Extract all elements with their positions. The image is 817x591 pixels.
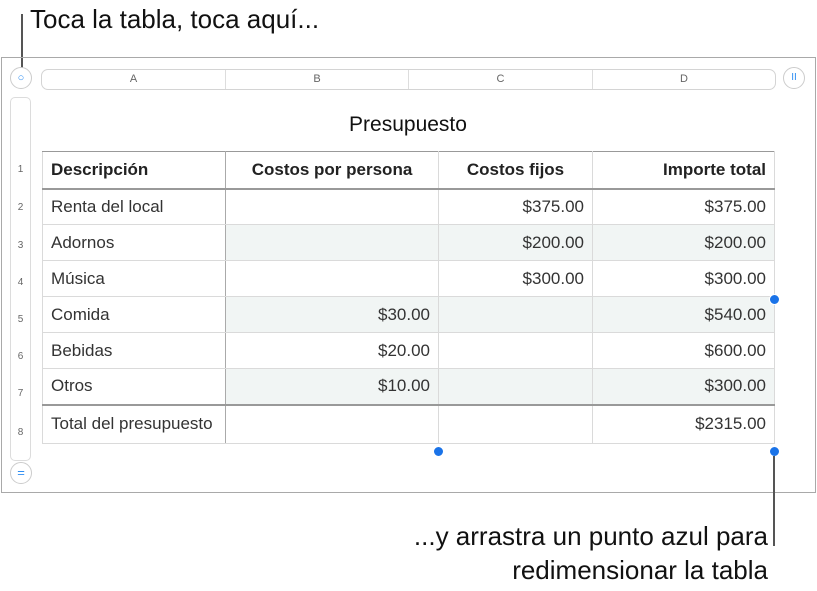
table-cell[interactable]: $375.00 — [439, 189, 593, 225]
resize-rows-handle[interactable] — [769, 294, 780, 305]
table-row: Música $300.00$300.00 — [43, 261, 775, 297]
table-cell[interactable] — [226, 225, 439, 261]
row-header-6[interactable]: 6 — [10, 351, 31, 362]
table-cell[interactable]: Música — [43, 261, 226, 297]
table-cell[interactable]: $200.00 — [439, 225, 593, 261]
row-header-8[interactable]: 8 — [10, 427, 31, 438]
table-cell[interactable]: $2315.00 — [593, 405, 775, 444]
table-cell[interactable] — [439, 297, 593, 333]
table-cell[interactable]: Adornos — [43, 225, 226, 261]
table-cell[interactable]: $10.00 — [226, 369, 439, 405]
callout-bottom-line2: redimensionar la tabla — [512, 555, 768, 586]
table-row: Bebidas$20.00 $600.00 — [43, 333, 775, 369]
column-header-a[interactable]: A — [42, 70, 226, 89]
column-header-b[interactable]: B — [226, 70, 409, 89]
table-cell[interactable]: $600.00 — [593, 333, 775, 369]
table-cell[interactable]: $375.00 — [593, 189, 775, 225]
add-column-handle-icon[interactable]: II — [783, 67, 805, 89]
table-cell[interactable] — [226, 405, 439, 444]
table-cell[interactable]: Total del presupuesto — [43, 405, 226, 444]
table-row: Comida$30.00 $540.00 — [43, 297, 775, 333]
table-cell[interactable] — [439, 369, 593, 405]
budget-table: Descripción Costos por persona Costos fi… — [42, 151, 775, 444]
table-row: Otros$10.00 $300.00 — [43, 369, 775, 405]
table-row: Renta del local $375.00$375.00 — [43, 189, 775, 225]
table-cell[interactable] — [226, 261, 439, 297]
row-header-4[interactable]: 4 — [10, 277, 31, 288]
column-header-d[interactable]: D — [593, 70, 775, 89]
header-cell[interactable]: Costos fijos — [439, 152, 593, 189]
column-header-c[interactable]: C — [409, 70, 593, 89]
table-title[interactable]: Presupuesto — [42, 113, 774, 137]
row-header-5[interactable]: 5 — [10, 314, 31, 325]
table-cell[interactable]: $300.00 — [593, 369, 775, 405]
row-header-3[interactable]: 3 — [10, 240, 31, 251]
row-header-2[interactable]: 2 — [10, 202, 31, 213]
table-cell[interactable] — [439, 405, 593, 444]
row-header-7[interactable]: 7 — [10, 388, 31, 399]
table-cell[interactable]: $30.00 — [226, 297, 439, 333]
table-cell[interactable]: $540.00 — [593, 297, 775, 333]
table-cell[interactable]: Renta del local — [43, 189, 226, 225]
callout-leader-line — [773, 456, 775, 546]
header-cell[interactable]: Importe total — [593, 152, 775, 189]
table-cell[interactable] — [439, 333, 593, 369]
table-cell[interactable]: $20.00 — [226, 333, 439, 369]
table-cell[interactable] — [226, 189, 439, 225]
header-cell[interactable]: Costos por persona — [226, 152, 439, 189]
header-row: Descripción Costos por persona Costos fi… — [43, 152, 775, 189]
callout-bottom-line1: ...y arrastra un punto azul para — [414, 521, 768, 552]
header-cell[interactable]: Descripción — [43, 152, 226, 189]
column-header-bar: A B C D — [41, 69, 776, 90]
footer-row: Total del presupuesto $2315.00 — [43, 405, 775, 444]
add-row-handle-icon[interactable]: = — [10, 462, 32, 484]
table-cell[interactable]: Otros — [43, 369, 226, 405]
table-cell[interactable]: Bebidas — [43, 333, 226, 369]
callout-top: Toca la tabla, toca aquí... — [30, 4, 319, 35]
resize-columns-handle[interactable] — [433, 446, 444, 457]
table-cell[interactable]: $300.00 — [593, 261, 775, 297]
select-table-handle-icon[interactable]: ○ — [10, 67, 32, 89]
row-header-1[interactable]: 1 — [10, 164, 31, 175]
table-row: Adornos $200.00$200.00 — [43, 225, 775, 261]
table-cell[interactable]: Comida — [43, 297, 226, 333]
table-cell[interactable]: $200.00 — [593, 225, 775, 261]
table-cell[interactable]: $300.00 — [439, 261, 593, 297]
